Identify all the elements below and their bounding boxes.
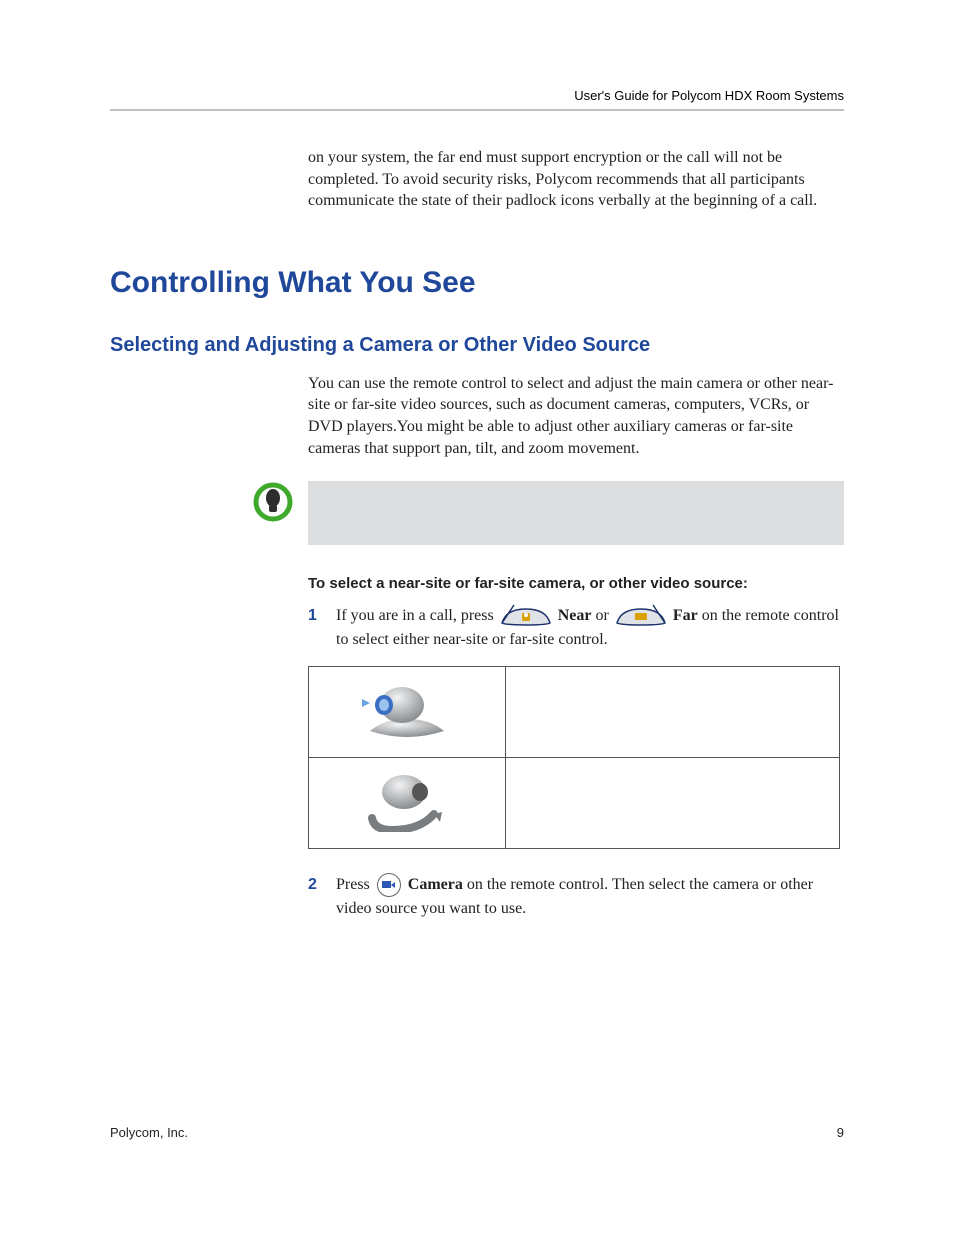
- near-camera-desc: [506, 667, 840, 758]
- far-camera-icon: [309, 758, 506, 849]
- camera-label: Camera: [408, 876, 463, 893]
- far-camera-desc: [506, 758, 840, 849]
- far-button-icon: [615, 607, 667, 625]
- camera-icon-table: [308, 666, 840, 849]
- table-row: [309, 758, 840, 849]
- heading-controlling: Controlling What You See: [110, 266, 844, 300]
- footer-company: Polycom, Inc.: [110, 1125, 188, 1140]
- tip-icon: [252, 481, 294, 523]
- step-number: 2: [308, 873, 336, 921]
- header-rule: [110, 109, 844, 111]
- near-label: Near: [558, 607, 592, 624]
- step-number: 1: [308, 604, 336, 652]
- step-2: 2 Press Camera on the remote control. Th…: [308, 873, 844, 921]
- step2-text1: Press: [336, 876, 374, 893]
- procedure-heading: To select a near-site or far-site camera…: [308, 575, 844, 592]
- far-label: Far: [673, 607, 698, 624]
- note-box: [308, 481, 844, 545]
- step1-text1: If you are in a call, press: [336, 607, 498, 624]
- step1-text2: or: [595, 607, 612, 624]
- running-header: User's Guide for Polycom HDX Room System…: [110, 88, 844, 103]
- note-block: [110, 481, 844, 545]
- page-footer: Polycom, Inc. 9: [110, 1125, 844, 1140]
- heading-selecting-camera: Selecting and Adjusting a Camera or Othe…: [110, 334, 844, 357]
- step-1: 1 If you are in a call, press Near or: [308, 604, 844, 652]
- table-row: [309, 667, 840, 758]
- near-camera-icon: [309, 667, 506, 758]
- body-paragraph: You can use the remote control to select…: [308, 373, 844, 459]
- page-number: 9: [837, 1125, 844, 1140]
- camera-button-icon: [377, 873, 401, 897]
- continued-paragraph: on your system, the far end must support…: [308, 147, 844, 212]
- near-button-icon: [500, 607, 552, 625]
